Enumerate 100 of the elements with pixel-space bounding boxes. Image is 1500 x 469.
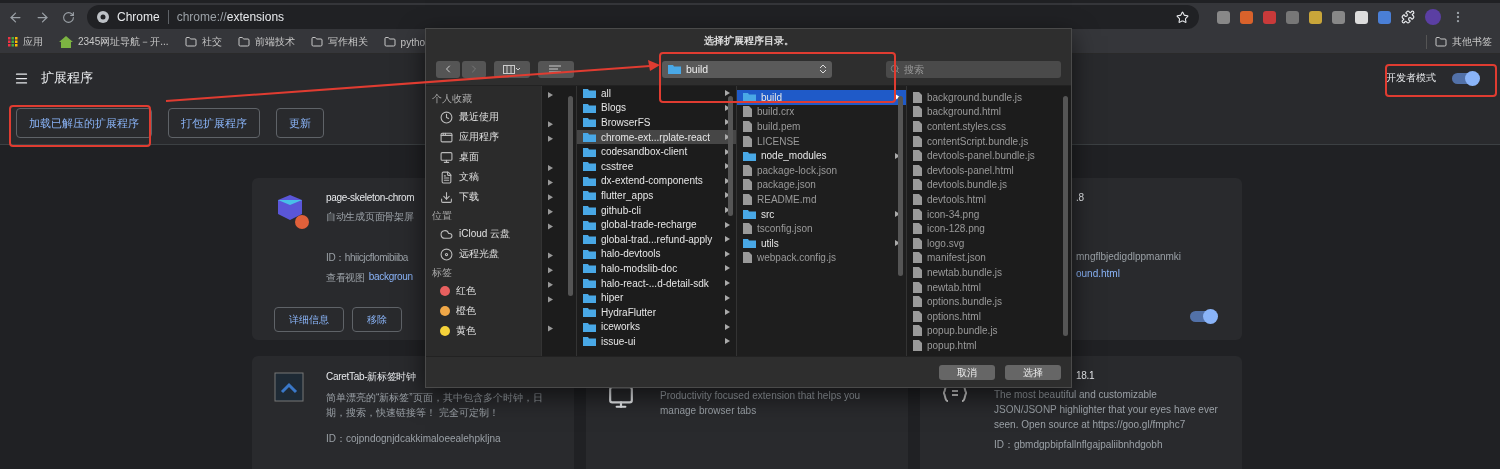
card-button[interactable]: 移除 bbox=[352, 307, 402, 332]
bookmark-star-icon[interactable] bbox=[1176, 10, 1189, 24]
card-button[interactable]: 详细信息 bbox=[274, 307, 344, 332]
folder-icon bbox=[583, 190, 596, 201]
file-icon bbox=[743, 252, 752, 264]
bookmark-item[interactable]: pytho bbox=[383, 36, 426, 48]
toggle-switch[interactable] bbox=[1452, 72, 1478, 84]
file-row[interactable]: contentScript.bundle.js bbox=[907, 133, 1071, 149]
sidebar-item[interactable]: 红色 bbox=[432, 281, 541, 301]
file-row[interactable]: halo-modslib-doc bbox=[577, 261, 736, 276]
extension-icon[interactable] bbox=[1309, 10, 1322, 24]
file-row[interactable]: devtools.bundle.js bbox=[907, 177, 1071, 193]
sidebar-item[interactable]: 橙色 bbox=[432, 301, 541, 321]
file-row[interactable]: README.md bbox=[737, 192, 906, 207]
file-row[interactable]: global-trad...refund-apply bbox=[577, 231, 736, 247]
file-row[interactable]: newtab.bundle.js bbox=[907, 265, 1071, 280]
file-row[interactable]: Blogs bbox=[577, 100, 736, 116]
back-button[interactable] bbox=[8, 9, 23, 25]
file-row[interactable]: all bbox=[577, 86, 736, 101]
action-button[interactable]: 加载已解压的扩展程序 bbox=[16, 108, 152, 138]
sidebar-item[interactable]: 文稿 bbox=[432, 167, 541, 187]
scrollbar-thumb[interactable] bbox=[568, 96, 573, 296]
menu-icon[interactable] bbox=[14, 70, 29, 86]
file-row[interactable]: HydraFlutter bbox=[577, 304, 736, 320]
view-link[interactable]: backgroun bbox=[368, 271, 413, 285]
file-row[interactable]: devtools-panel.bundle.js bbox=[907, 148, 1071, 163]
file-row[interactable]: logo.svg bbox=[907, 235, 1071, 251]
place-icon bbox=[440, 247, 453, 261]
file-row[interactable]: chrome-ext...rplate-react bbox=[577, 129, 736, 145]
toggle-switch[interactable] bbox=[1190, 311, 1216, 322]
file-row[interactable]: webpack.config.js bbox=[737, 250, 906, 266]
file-row[interactable]: options.bundle.js bbox=[907, 294, 1071, 309]
sidebar-item[interactable]: 下载 bbox=[432, 187, 541, 207]
sidebar-item[interactable]: 桌面 bbox=[432, 147, 541, 167]
file-row[interactable]: flutter_apps bbox=[577, 188, 736, 203]
file-row[interactable]: BrowserFS bbox=[577, 115, 736, 130]
view-link[interactable]: ound.html bbox=[1076, 268, 1222, 279]
sidebar-item[interactable]: 黄色 bbox=[432, 321, 541, 341]
file-row[interactable]: halo-devtools bbox=[577, 246, 736, 262]
file-row[interactable]: options.html bbox=[907, 308, 1071, 324]
file-row[interactable]: manifest.json bbox=[907, 250, 1071, 266]
file-row[interactable]: devtools.html bbox=[907, 192, 1071, 207]
bookmark-item[interactable]: 其他书签 bbox=[1426, 35, 1492, 49]
scrollbar-thumb[interactable] bbox=[1063, 96, 1068, 336]
file-row[interactable]: utils bbox=[737, 235, 906, 251]
path-dropdown[interactable]: build bbox=[662, 60, 832, 78]
file-icon bbox=[913, 310, 922, 322]
file-row[interactable]: tsconfig.json bbox=[737, 221, 906, 236]
file-row[interactable]: popup.html bbox=[907, 338, 1071, 353]
search-field[interactable]: 搜索 bbox=[886, 60, 1061, 78]
file-row[interactable]: build.crx bbox=[737, 104, 906, 120]
file-row[interactable]: devtools-panel.html bbox=[907, 162, 1071, 178]
file-row[interactable]: csstree bbox=[577, 158, 736, 174]
bookmark-item[interactable]: 社交 bbox=[184, 35, 222, 49]
sidebar-item[interactable]: 远程光盘 bbox=[432, 244, 541, 264]
puzzle-icon[interactable] bbox=[1401, 10, 1415, 24]
apps-grid-icon bbox=[8, 37, 18, 47]
folder-icon bbox=[583, 234, 596, 245]
sidebar-item[interactable]: iCloud 云盘 bbox=[432, 224, 541, 244]
action-button[interactable]: 更新 bbox=[276, 108, 324, 138]
file-row[interactable]: halo-react-...d-detail-sdk bbox=[577, 275, 736, 291]
file-row[interactable]: popup.bundle.js bbox=[907, 323, 1071, 339]
file-row[interactable]: build.pem bbox=[737, 119, 906, 134]
file-row[interactable]: package-lock.json bbox=[737, 162, 906, 178]
scrollbar-thumb[interactable] bbox=[898, 96, 903, 276]
address-bar[interactable]: Chrome chrome://extensions bbox=[87, 5, 1199, 29]
file-row[interactable]: global-trade-recharge bbox=[577, 217, 736, 232]
file-row[interactable]: LICENSE bbox=[737, 133, 906, 149]
scrollbar-thumb[interactable] bbox=[728, 96, 733, 216]
forward-button[interactable] bbox=[462, 60, 486, 78]
bookmark-item[interactable]: 应用 bbox=[8, 35, 43, 49]
bookmark-item[interactable]: 写作相关 bbox=[310, 35, 368, 49]
file-row[interactable]: hiper bbox=[577, 290, 736, 305]
file-row[interactable]: issue-ui bbox=[577, 334, 736, 349]
file-row[interactable]: github-cli bbox=[577, 202, 736, 218]
action-button[interactable]: 打包扩展程序 bbox=[168, 108, 260, 138]
sidebar-item[interactable]: 最近使用 bbox=[432, 107, 541, 127]
file-icon bbox=[913, 296, 922, 308]
forward-button[interactable] bbox=[35, 9, 50, 25]
dialog-button[interactable]: 选择 bbox=[1005, 364, 1061, 380]
place-icon bbox=[440, 110, 453, 124]
sidebar-item[interactable]: 应用程序 bbox=[432, 127, 541, 147]
file-row[interactable]: icon-128.png bbox=[907, 221, 1071, 236]
back-button[interactable] bbox=[436, 60, 460, 78]
file-row[interactable]: newtab.html bbox=[907, 279, 1071, 295]
file-row[interactable]: node_modules bbox=[737, 148, 906, 163]
file-row[interactable]: codesandbox-client bbox=[577, 144, 736, 159]
file-row[interactable]: background.html bbox=[907, 104, 1071, 120]
reload-button[interactable] bbox=[62, 10, 75, 24]
file-row[interactable]: content.styles.css bbox=[907, 119, 1071, 134]
file-row[interactable]: icon-34.png bbox=[907, 206, 1071, 222]
file-row[interactable]: dx-extend-components bbox=[577, 173, 736, 189]
bookmark-item[interactable]: 前端技术 bbox=[237, 35, 295, 49]
extension-icon[interactable] bbox=[1355, 10, 1368, 24]
dialog-button[interactable]: 取消 bbox=[939, 364, 995, 380]
file-row[interactable]: package.json bbox=[737, 177, 906, 193]
bookmark-item[interactable]: 2345网址导航－开... bbox=[59, 35, 169, 49]
file-row[interactable]: src bbox=[737, 206, 906, 222]
file-row[interactable]: iceworks bbox=[577, 319, 736, 335]
file-row[interactable]: background.bundle.js bbox=[907, 90, 1071, 105]
